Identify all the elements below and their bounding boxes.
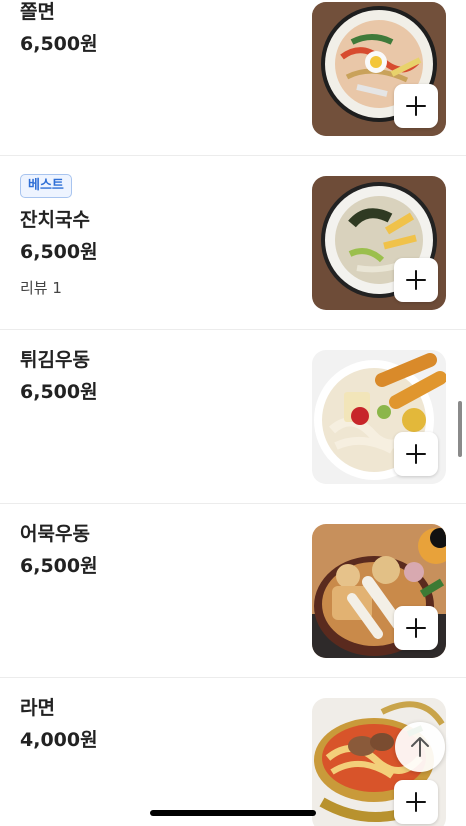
- add-to-cart-button[interactable]: [394, 258, 438, 302]
- menu-item-info: 튀김우동 6,500원: [20, 348, 290, 404]
- add-to-cart-button[interactable]: [394, 84, 438, 128]
- menu-item-price: 6,500원: [20, 33, 98, 55]
- plus-icon: [406, 96, 426, 116]
- home-indicator[interactable]: [150, 810, 316, 816]
- menu-item-janchi-guksu[interactable]: 베스트 잔치국수 6,500원 리뷰 1: [0, 156, 466, 330]
- plus-icon: [406, 792, 426, 812]
- menu-item-info: 라면 4,000원: [20, 696, 290, 752]
- best-badge: 베스트: [20, 174, 72, 198]
- scrollbar[interactable]: [458, 401, 462, 457]
- arrow-up-icon: [411, 737, 429, 757]
- menu-item-name: 라면: [20, 697, 55, 719]
- menu-item-info: 어묵우동 6,500원: [20, 522, 290, 578]
- add-to-cart-button[interactable]: [394, 606, 438, 650]
- menu-item-info: 쫄면 6,500원: [20, 0, 290, 56]
- plus-icon: [406, 618, 426, 638]
- add-to-cart-button[interactable]: [394, 780, 438, 824]
- menu-item-name: 쫄면: [20, 1, 55, 23]
- plus-icon: [406, 270, 426, 290]
- add-to-cart-button[interactable]: [394, 432, 438, 476]
- menu-item-price: 6,500원: [20, 241, 98, 263]
- menu-item-price: 6,500원: [20, 381, 98, 403]
- scroll-to-top-button[interactable]: [395, 722, 445, 772]
- menu-item-price: 4,000원: [20, 729, 98, 751]
- review-count[interactable]: 리뷰 1: [20, 278, 290, 298]
- menu-item-name: 잔치국수: [20, 209, 90, 231]
- menu-item-fishcake-udon[interactable]: 어묵우동 6,500원: [0, 504, 466, 678]
- menu-item-price: 6,500원: [20, 555, 98, 577]
- menu-list: 쫄면 6,500원 베스트 잔치국수 6,500원 리뷰 1 튀김우동 6,50…: [0, 0, 466, 826]
- menu-item-name: 튀김우동: [20, 349, 90, 371]
- menu-item-info: 베스트 잔치국수 6,500원 리뷰 1: [20, 174, 290, 298]
- menu-item-tempura-udon[interactable]: 튀김우동 6,500원: [0, 330, 466, 504]
- menu-item-name: 어묵우동: [20, 523, 90, 545]
- plus-icon: [406, 444, 426, 464]
- menu-item-jjolmyeon[interactable]: 쫄면 6,500원: [0, 0, 466, 156]
